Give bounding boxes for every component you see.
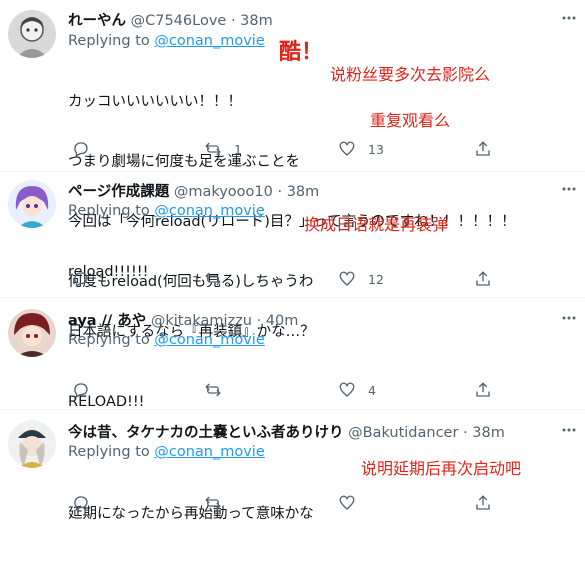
tweet-text: 延期になったから再始動って意味かな [68, 464, 314, 564]
reply-action[interactable] [72, 139, 102, 159]
share-icon [476, 382, 490, 397]
user-handle[interactable]: @makyooo10 [174, 184, 273, 200]
replying-to-link[interactable]: @conan_movie [154, 444, 264, 460]
user-handle[interactable]: @C7546Love [131, 13, 227, 29]
replying-to-link[interactable]: @conan_movie [154, 203, 264, 219]
separator-dot: · [463, 425, 468, 441]
more-options-icon[interactable] [561, 10, 577, 26]
more-options-icon[interactable] [561, 310, 577, 326]
display-name[interactable]: ページ作成課題 [68, 184, 169, 200]
reply-icon [74, 142, 88, 157]
tweet-header: aya // あや @kitakamizzu · 40m [68, 309, 298, 330]
replying-to: Replying to @conan_movie [68, 203, 265, 219]
separator-dot: · [277, 184, 283, 200]
tweet-4[interactable]: 今は昔、タケナカの土嚢といふ者ありけり @Bakutidancer · 38m … [0, 409, 585, 522]
share-icon [476, 271, 490, 286]
annotation-reload-jp: 换成日语就是再装弹 [304, 215, 449, 234]
retweet-action[interactable] [204, 493, 234, 513]
annotation-cool: 酷！ [279, 39, 324, 65]
replying-to-prefix: Replying to [68, 203, 155, 219]
reply-action[interactable] [72, 269, 102, 289]
tweet-header: れーやん @C7546Love · 38m [68, 9, 273, 30]
timestamp[interactable]: 40m [266, 313, 299, 329]
timestamp[interactable]: 38m [287, 184, 320, 200]
tweet-actions: 12 [68, 269, 508, 289]
like-action[interactable] [338, 493, 368, 513]
user-handle[interactable]: @Bakutidancer [348, 425, 458, 441]
heart-icon [339, 495, 355, 510]
share-icon [476, 495, 490, 510]
more-options-icon[interactable] [561, 181, 577, 197]
display-name[interactable]: aya // あや [68, 313, 146, 329]
replying-to-link[interactable]: @conan_movie [154, 332, 264, 348]
share-action[interactable] [474, 269, 492, 289]
tweet-actions: 1 13 [68, 139, 508, 159]
retweet-icon [205, 383, 221, 397]
tweet-header: ページ作成課題 @makyooo10 · 38m [68, 180, 319, 201]
retweet-action[interactable] [204, 269, 234, 289]
tweet-actions [68, 493, 508, 513]
share-action[interactable] [474, 139, 492, 159]
reply-icon [74, 496, 88, 511]
reply-action[interactable] [72, 493, 102, 513]
retweet-icon [205, 496, 221, 510]
avatar[interactable] [8, 420, 56, 468]
replying-to: Replying to @conan_movie [68, 33, 265, 49]
share-action[interactable] [474, 493, 492, 513]
retweet-icon [205, 142, 221, 156]
replying-to-prefix: Replying to [68, 332, 155, 348]
like-count: 4 [368, 382, 376, 398]
share-icon [476, 141, 490, 156]
display-name[interactable]: れーやん [68, 13, 126, 29]
avatar[interactable] [8, 180, 56, 228]
like-action[interactable]: 13 [338, 139, 384, 159]
reply-icon [74, 383, 88, 398]
heart-icon [339, 382, 355, 397]
timestamp[interactable]: 38m [472, 425, 505, 441]
timestamp[interactable]: 38m [240, 13, 273, 29]
like-count: 13 [368, 141, 384, 157]
heart-icon [339, 141, 355, 156]
reply-icon [74, 272, 88, 287]
replying-to-prefix: Replying to [68, 33, 155, 49]
tweet-2[interactable]: ページ作成課題 @makyooo10 · 38m Replying to @co… [0, 171, 585, 340]
separator-dot: · [230, 13, 236, 29]
replying-to: Replying to @conan_movie [68, 444, 265, 460]
tweet-actions: 4 [68, 380, 508, 400]
separator-dot: · [256, 313, 262, 329]
more-options-icon[interactable] [561, 422, 577, 438]
replying-to-prefix: Replying to [68, 444, 155, 460]
like-count: 12 [368, 271, 384, 287]
annotation-rewatch: 重复观看么 [370, 111, 451, 130]
annotation-restart: 说明延期后再次启动吧 [361, 459, 522, 478]
retweet-icon [205, 272, 221, 286]
display-name[interactable]: 今は昔、タケナカの土嚢といふ者ありけり [68, 425, 344, 441]
tweet-header: 今は昔、タケナカの土嚢といふ者ありけり @Bakutidancer · 38m [68, 421, 505, 442]
retweet-action[interactable]: 1 [204, 139, 242, 159]
avatar[interactable] [8, 10, 56, 58]
tweet-3[interactable]: aya // あや @kitakamizzu · 40m Replying to… [0, 297, 585, 410]
share-action[interactable] [474, 380, 492, 400]
heart-icon [339, 271, 355, 286]
reply-action[interactable] [72, 380, 102, 400]
annotation-fans-rewatch: 说粉丝要多次去影院么 [330, 65, 491, 84]
tweet-1[interactable]: れーやん @C7546Love · 38m Replying to @conan… [0, 0, 585, 290]
replying-to: Replying to @conan_movie [68, 332, 265, 348]
retweet-count: 1 [234, 141, 242, 157]
like-action[interactable]: 12 [338, 269, 384, 289]
replying-to-link[interactable]: @conan_movie [154, 33, 264, 49]
retweet-action[interactable] [204, 380, 234, 400]
user-handle[interactable]: @kitakamizzu [151, 313, 252, 329]
like-action[interactable]: 4 [338, 380, 376, 400]
avatar[interactable] [8, 309, 56, 357]
